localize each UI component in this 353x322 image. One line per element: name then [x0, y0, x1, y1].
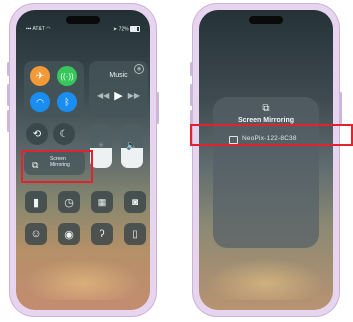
screen-mirroring-sheet: ⧉ Screen Mirroring NeoPix-122-8C38 [213, 97, 319, 248]
volume-up-button [7, 84, 10, 106]
brightness-slider[interactable]: ☀ [90, 124, 112, 168]
cellular-data-button[interactable]: ((·)) [57, 66, 77, 86]
location-icon: ➤ [113, 26, 118, 33]
orientation-lock-icon: ⟲ [32, 128, 42, 140]
power-button [339, 92, 342, 124]
camera-button[interactable]: ◙ [124, 191, 146, 213]
orientation-lock-button[interactable]: ⟲ [26, 123, 48, 145]
timer-icon: ◷ [64, 196, 74, 209]
flashlight-button[interactable]: ▮ [25, 191, 47, 213]
wifi-status-icon: ◠ [46, 26, 51, 32]
calculator-button[interactable]: ▦ [91, 191, 113, 213]
previous-track-icon[interactable]: ◀◀ [97, 91, 109, 102]
wifi-icon: ◠ [36, 96, 44, 107]
status-bar-right: ➤ 72% [113, 26, 140, 32]
action-button [7, 62, 10, 76]
volume-fill [121, 148, 143, 168]
sheet-title: Screen Mirroring [237, 117, 294, 124]
status-bar-left: ▪▪▪ AT&T ◠ [26, 26, 51, 32]
power-button [156, 92, 159, 124]
apple-tv-remote-button[interactable]: ▯ [124, 223, 146, 245]
cellular-antenna-icon: ((·)) [60, 71, 74, 81]
dynamic-island [249, 16, 283, 24]
screen-mirroring-icon: ⧉ [262, 103, 270, 114]
connectivity-tile[interactable]: ✈ ((·)) ◠ ᛒ [24, 61, 84, 117]
hearing-button[interactable]: ʔ [91, 223, 113, 245]
record-icon: ◉ [64, 228, 74, 241]
focus-button[interactable]: ☾ [53, 123, 75, 145]
phone-right: ⧉ Screen Mirroring NeoPix-122-8C38 [190, 4, 342, 316]
play-icon[interactable]: ▶ [114, 89, 122, 102]
battery-icon [130, 26, 140, 32]
mirroring-screen: ⧉ Screen Mirroring NeoPix-122-8C38 [199, 10, 333, 310]
dynamic-island [66, 16, 100, 24]
bluetooth-icon: ᛒ [64, 97, 70, 107]
volume-slider[interactable]: 🔈 [121, 124, 143, 168]
battery-percent: 72% [118, 26, 129, 33]
screen-mirroring-highlight [21, 150, 93, 183]
bluetooth-button[interactable]: ᛒ [57, 92, 77, 112]
remote-icon: ▯ [132, 228, 138, 240]
accessibility-button[interactable]: ☺ [25, 223, 47, 245]
volume-down-button [7, 110, 10, 132]
music-title: Music [109, 72, 128, 79]
music-tile[interactable]: ◉ Music ◀◀ ▶ ▶▶ [89, 61, 148, 117]
volume-up-button [190, 84, 193, 106]
accessibility-icon: ☺ [30, 228, 42, 240]
background-glow [207, 258, 325, 300]
carrier-label: AT&T [32, 26, 45, 32]
action-button [190, 62, 193, 76]
screen-recording-button[interactable]: ◉ [58, 223, 80, 245]
music-controls: ◀◀ ▶ ▶▶ [97, 89, 140, 102]
signal-icon: ▪▪▪ [26, 26, 32, 32]
background-glow [24, 258, 142, 300]
camera-icon: ◙ [131, 196, 139, 208]
flashlight-icon: ▮ [32, 196, 40, 209]
ear-icon: ʔ [99, 228, 105, 240]
calculator-icon: ▦ [97, 196, 107, 207]
timer-button[interactable]: ◷ [58, 191, 80, 213]
speaker-icon: 🔈 [126, 140, 138, 150]
sun-icon: ☀ [96, 140, 106, 150]
next-track-icon[interactable]: ▶▶ [128, 91, 140, 102]
moon-icon: ☾ [59, 128, 69, 140]
airplane-icon: ✈ [35, 70, 45, 82]
wifi-button[interactable]: ◠ [30, 92, 50, 112]
brightness-fill [90, 148, 112, 168]
airplane-mode-button[interactable]: ✈ [30, 66, 50, 86]
device-row-highlight [190, 124, 353, 146]
